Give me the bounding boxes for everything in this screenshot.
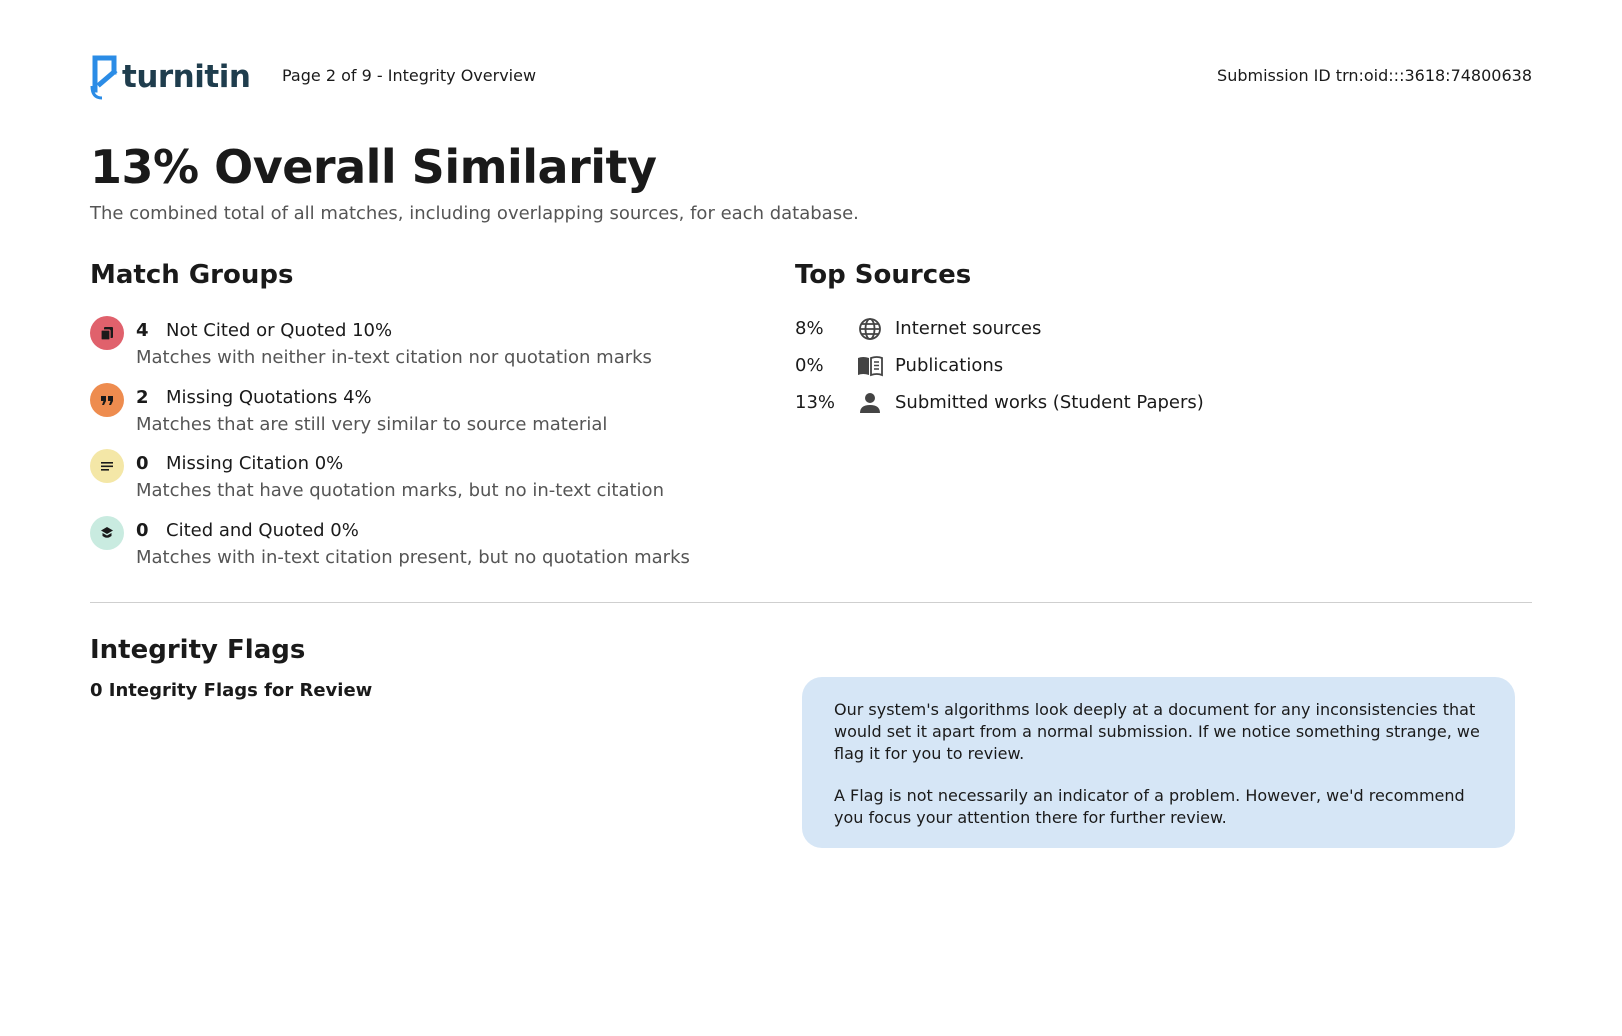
match-group-label: Missing Quotations 4% bbox=[166, 387, 372, 408]
integrity-flags-heading: Integrity Flags bbox=[90, 635, 306, 665]
logo-text: turnitin bbox=[122, 59, 251, 95]
info-paragraph: Our system's algorithms look deeply at a… bbox=[834, 700, 1480, 763]
source-row: 13% Submitted works (Student Papers) bbox=[795, 390, 1295, 418]
page-subtitle: The combined total of all matches, inclu… bbox=[90, 203, 859, 224]
integrity-info-box: Our system's algorithms look deeply at a… bbox=[802, 677, 1515, 848]
match-group-description: Matches that have quotation marks, but n… bbox=[136, 480, 664, 501]
source-row: 0% Publications bbox=[795, 353, 1295, 381]
turnitin-logo-icon bbox=[90, 55, 118, 100]
match-group-count: 0 bbox=[136, 453, 149, 474]
match-group-description: Matches that are still very similar to s… bbox=[136, 414, 608, 435]
cited-icon bbox=[90, 516, 124, 550]
info-paragraph: A Flag is not necessarily an indicator o… bbox=[834, 786, 1465, 827]
person-icon bbox=[857, 390, 883, 416]
page-label: Page 2 of 9 - Integrity Overview bbox=[282, 66, 537, 85]
lines-icon bbox=[90, 449, 124, 483]
source-label: Submitted works (Student Papers) bbox=[895, 392, 1204, 413]
section-divider bbox=[90, 602, 1532, 603]
match-group-label: Not Cited or Quoted 10% bbox=[166, 320, 393, 341]
top-sources-heading: Top Sources bbox=[795, 260, 972, 290]
source-percent: 0% bbox=[795, 355, 824, 376]
quote-icon bbox=[90, 383, 124, 417]
turnitin-logo: turnitin bbox=[90, 54, 251, 100]
integrity-flags-count: 0 Integrity Flags for Review bbox=[90, 680, 373, 701]
source-row: 8% Internet sources bbox=[795, 316, 1295, 344]
globe-icon bbox=[857, 316, 883, 342]
page-title: 13% Overall Similarity bbox=[90, 140, 657, 194]
match-group-count: 4 bbox=[136, 320, 149, 341]
match-group-count: 0 bbox=[136, 520, 149, 541]
page-header: turnitin Page 2 of 9 - Integrity Overvie… bbox=[90, 50, 1532, 100]
match-group-label: Cited and Quoted 0% bbox=[166, 520, 359, 541]
match-group-label: Missing Citation 0% bbox=[166, 453, 344, 474]
match-groups-heading: Match Groups bbox=[90, 260, 294, 290]
book-icon bbox=[857, 353, 883, 379]
match-group-description: Matches with neither in-text citation no… bbox=[136, 347, 652, 368]
source-percent: 13% bbox=[795, 392, 836, 413]
source-percent: 8% bbox=[795, 318, 824, 339]
submission-id: Submission ID trn:oid:::3618:74800638 bbox=[1217, 66, 1532, 85]
source-label: Internet sources bbox=[895, 318, 1042, 339]
document-copy-icon bbox=[90, 316, 124, 350]
match-group-count: 2 bbox=[136, 387, 149, 408]
match-group-description: Matches with in-text citation present, b… bbox=[136, 547, 690, 568]
source-label: Publications bbox=[895, 355, 1004, 376]
